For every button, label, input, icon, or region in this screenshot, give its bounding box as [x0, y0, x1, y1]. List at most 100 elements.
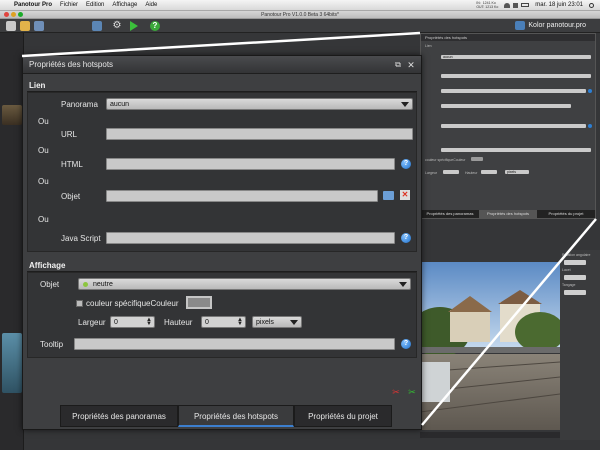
redo-icon[interactable] [70, 21, 80, 31]
inset-html-field[interactable] [441, 89, 586, 93]
unit-select[interactable]: pixels [252, 316, 302, 328]
menu-edition[interactable]: Edition [86, 2, 104, 8]
window-title-bar: Panotour Pro V1.0.0 Beta 3 64bits* [0, 11, 600, 19]
javascript-input[interactable] [106, 232, 395, 244]
inset-hauteur-field[interactable] [481, 170, 497, 174]
spotlight-icon[interactable] [589, 2, 594, 8]
tangage-field[interactable] [564, 290, 586, 295]
help-icon[interactable]: ? [150, 21, 160, 31]
panorama-preview-image[interactable] [420, 262, 560, 430]
inset-objet-field[interactable] [441, 104, 571, 108]
lacet-field[interactable] [564, 275, 586, 280]
new-project-icon[interactable] [6, 21, 16, 31]
inset-panorama-select[interactable]: aucun [441, 55, 591, 59]
rotation-label: Rotation angulaire [562, 253, 591, 257]
minimize-window-icon[interactable] [11, 12, 16, 17]
panorama-label: Panorama [61, 100, 98, 109]
inset-unit-select[interactable]: pixels [505, 170, 529, 174]
clock[interactable]: mar. 18 juin 23:01 [535, 2, 583, 8]
inset-affichage-select[interactable] [441, 148, 591, 152]
javascript-label: Java Script [61, 234, 101, 243]
inset-title: Propriétés des hotspots [421, 34, 595, 41]
ou-separator: Ou [38, 146, 49, 155]
tooltip-input[interactable] [74, 338, 395, 350]
affichage-objet-select[interactable]: neutre [78, 278, 411, 290]
settings-gear-icon[interactable]: ⚙ [112, 21, 122, 31]
neutre-dot-icon [83, 282, 88, 287]
menu-affichage[interactable]: Affichage [112, 2, 137, 8]
html-help-icon[interactable]: ? [401, 159, 411, 169]
tab-proprietes-projet[interactable]: Propriétés du projet [294, 405, 392, 427]
wifi-icon[interactable] [504, 2, 511, 8]
section-affichage-body: Objet neutre couleur spécifiqueCouleur L… [27, 272, 417, 358]
html-label: HTML [61, 160, 83, 169]
inset-help-icon[interactable] [588, 124, 592, 128]
hotspot-panel-inset: Propriétés des hotspots Lien aucun coule… [420, 33, 596, 219]
inset-tab-hotspots[interactable]: Propriétés des hotspots [479, 210, 537, 218]
hotspot-add-icon[interactable]: ✂ [407, 387, 417, 397]
inset-javascript-field[interactable] [441, 124, 586, 128]
objet-label: Objet [61, 192, 81, 201]
browse-folder-icon[interactable] [383, 191, 394, 200]
inset-hauteur-label: Hauteur [465, 171, 478, 175]
panorama-select[interactable]: aucun [106, 98, 413, 110]
panorama-thumbnail[interactable] [2, 105, 22, 125]
stepper-arrows-icon[interactable]: ▲ ▼ [237, 317, 243, 327]
close-window-icon[interactable] [4, 12, 9, 17]
panorama-list [0, 33, 24, 450]
javascript-help-icon[interactable]: ? [401, 233, 411, 243]
inset-color-swatch[interactable] [471, 157, 483, 161]
inset-help-icon[interactable] [588, 89, 592, 93]
close-icon[interactable]: ✕ [406, 60, 416, 70]
zoom-window-icon[interactable] [18, 12, 23, 17]
clear-object-icon[interactable]: ✕ [400, 190, 410, 200]
tooltip-help-icon[interactable]: ? [401, 339, 411, 349]
tab-proprietes-hotspots[interactable]: Propriétés des hotspots [178, 405, 294, 427]
couleur-swatch[interactable] [186, 296, 212, 309]
section-lien-heading: Lien [27, 80, 417, 92]
menu-app-name[interactable]: Panotour Pro [14, 2, 52, 8]
detach-panel-icon[interactable]: ⧉ [393, 60, 403, 70]
open-project-icon[interactable] [20, 21, 30, 31]
section-affichage: Affichage Objet neutre couleur spécifiqu… [27, 260, 417, 358]
couleur-label: couleur spécifiqueCouleur [86, 299, 179, 308]
inset-unit-value: pixels [507, 170, 516, 174]
volume-icon[interactable] [513, 2, 519, 8]
brand-text: Kolor panotour.pro [528, 22, 586, 29]
largeur-stepper[interactable]: 0 ▲ ▼ [110, 316, 155, 328]
section-lien-body: Panorama aucun Ou URL Ou HTML ? Ou Objet… [27, 92, 417, 252]
save-project-icon[interactable] [34, 21, 44, 31]
couleur-checkbox[interactable] [76, 300, 83, 307]
hauteur-stepper[interactable]: 0 ▲ ▼ [201, 316, 246, 328]
objet-input[interactable] [106, 190, 378, 202]
stepper-arrows-icon[interactable]: ▲ ▼ [146, 317, 152, 327]
battery-icon[interactable] [521, 2, 530, 7]
add-panorama-icon[interactable] [92, 21, 102, 31]
affichage-objet-value: neutre [93, 281, 113, 288]
section-lien: Lien Panorama aucun Ou URL Ou HTML ? Ou … [27, 80, 417, 252]
ou-separator: Ou [38, 177, 49, 186]
menu-extras: IN: 1241 Ko OUT: 1213 Ko mar. 18 juin 23… [476, 1, 594, 9]
rotation-field[interactable] [564, 260, 586, 265]
html-input[interactable] [106, 158, 395, 170]
url-input[interactable] [106, 128, 413, 140]
inset-largeur-field[interactable] [443, 170, 459, 174]
inset-url-field[interactable] [441, 74, 591, 78]
inset-tab-projet[interactable]: Propriétés du projet [537, 210, 595, 218]
inset-tab-bar: Propriétés des panoramas Propriétés des … [421, 210, 595, 218]
main-toolbar: ⚙ ? Kolor panotour.pro [0, 19, 600, 33]
inset-tab-panoramas[interactable]: Propriétés des panoramas [421, 210, 479, 218]
hotspot-remove-icon[interactable]: ✂ [391, 387, 401, 397]
preview-scrollbar[interactable] [420, 432, 560, 438]
status-icons [504, 2, 530, 8]
panorama-select-value: aucun [110, 101, 130, 108]
panorama-thumbnail[interactable] [2, 333, 22, 393]
orientation-panel: Rotation angulaire Lacet Tangage [560, 250, 600, 440]
window-title: Panotour Pro V1.0.0 Beta 3 64bits* [261, 12, 339, 18]
menu-fichier[interactable]: Fichier [60, 2, 78, 8]
play-preview-icon[interactable] [130, 21, 138, 31]
menu-aide[interactable]: Aide [145, 2, 157, 8]
undo-icon[interactable] [56, 21, 66, 31]
tab-proprietes-panoramas[interactable]: Propriétés des panoramas [60, 405, 178, 427]
dialog-title-bar[interactable]: Propriétés des hotspots ⧉ ✕ [23, 56, 421, 74]
